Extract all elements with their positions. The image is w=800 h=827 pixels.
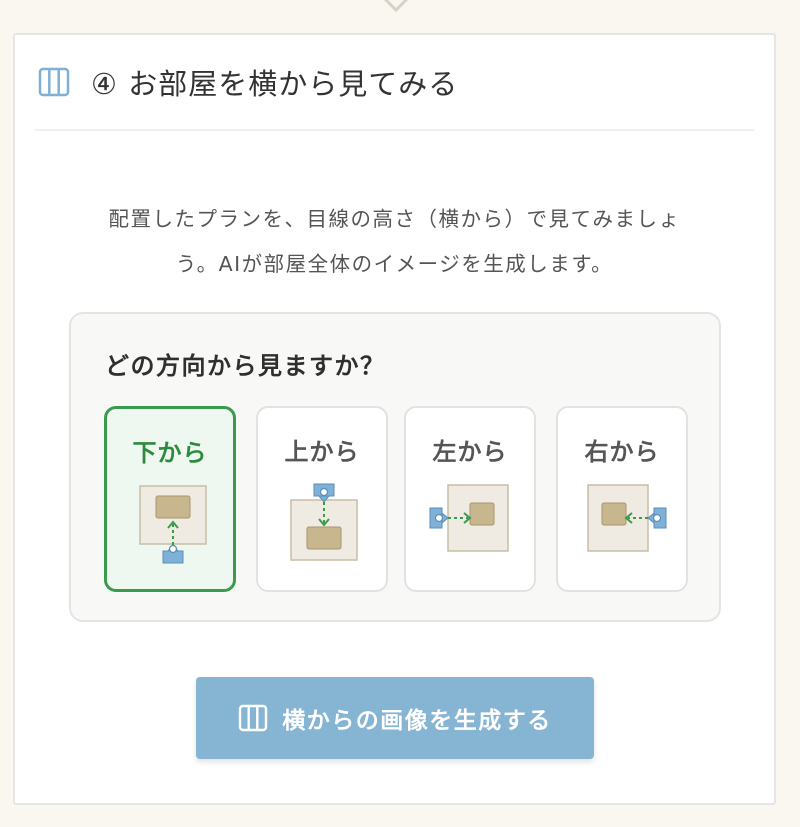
description-line-2: う。AIが部屋全体のイメージを生成します。: [175, 252, 614, 276]
direction-option-label: 下から: [132, 439, 208, 467]
description-line-1: 配置したプランを、目線の高さ（横から）で見てみましょ: [108, 207, 681, 231]
section-title: ④ お部屋を横から見てみる: [91, 67, 459, 101]
down-arrow-icon: [383, 0, 409, 13]
direction-option-bottom[interactable]: 下から: [104, 406, 236, 592]
section-description: 配置したプランを、目線の高さ（横から）で見てみましょ う。AIが部屋全体のイメー…: [55, 197, 734, 287]
direction-option-left[interactable]: 左から: [404, 406, 536, 592]
columns-icon: [239, 704, 268, 732]
view-from-left-icon: [429, 484, 509, 552]
view-from-right-icon: [587, 484, 667, 552]
view-from-bottom-icon: [139, 485, 207, 564]
columns-icon: [38, 67, 70, 97]
direction-option-right[interactable]: 右から: [556, 406, 688, 592]
direction-question: どの方向から見ますか？: [105, 352, 386, 380]
direction-panel: どの方向から見ますか？ 下から 上から 左から 右から: [69, 312, 721, 622]
view-from-top-icon: [290, 483, 358, 561]
direction-option-label: 上から: [284, 438, 360, 466]
generate-button-label: 横からの画像を生成する: [282, 708, 552, 734]
direction-option-top[interactable]: 上から: [256, 406, 388, 592]
direction-option-label: 右から: [584, 438, 660, 466]
direction-option-label: 左から: [432, 438, 508, 466]
generate-side-view-button[interactable]: 横からの画像を生成する: [196, 677, 594, 759]
side-view-section-card: ④ お部屋を横から見てみる 配置したプランを、目線の高さ（横から）で見てみましょ…: [13, 33, 776, 805]
section-header: ④ お部屋を横から見てみる: [35, 35, 754, 131]
